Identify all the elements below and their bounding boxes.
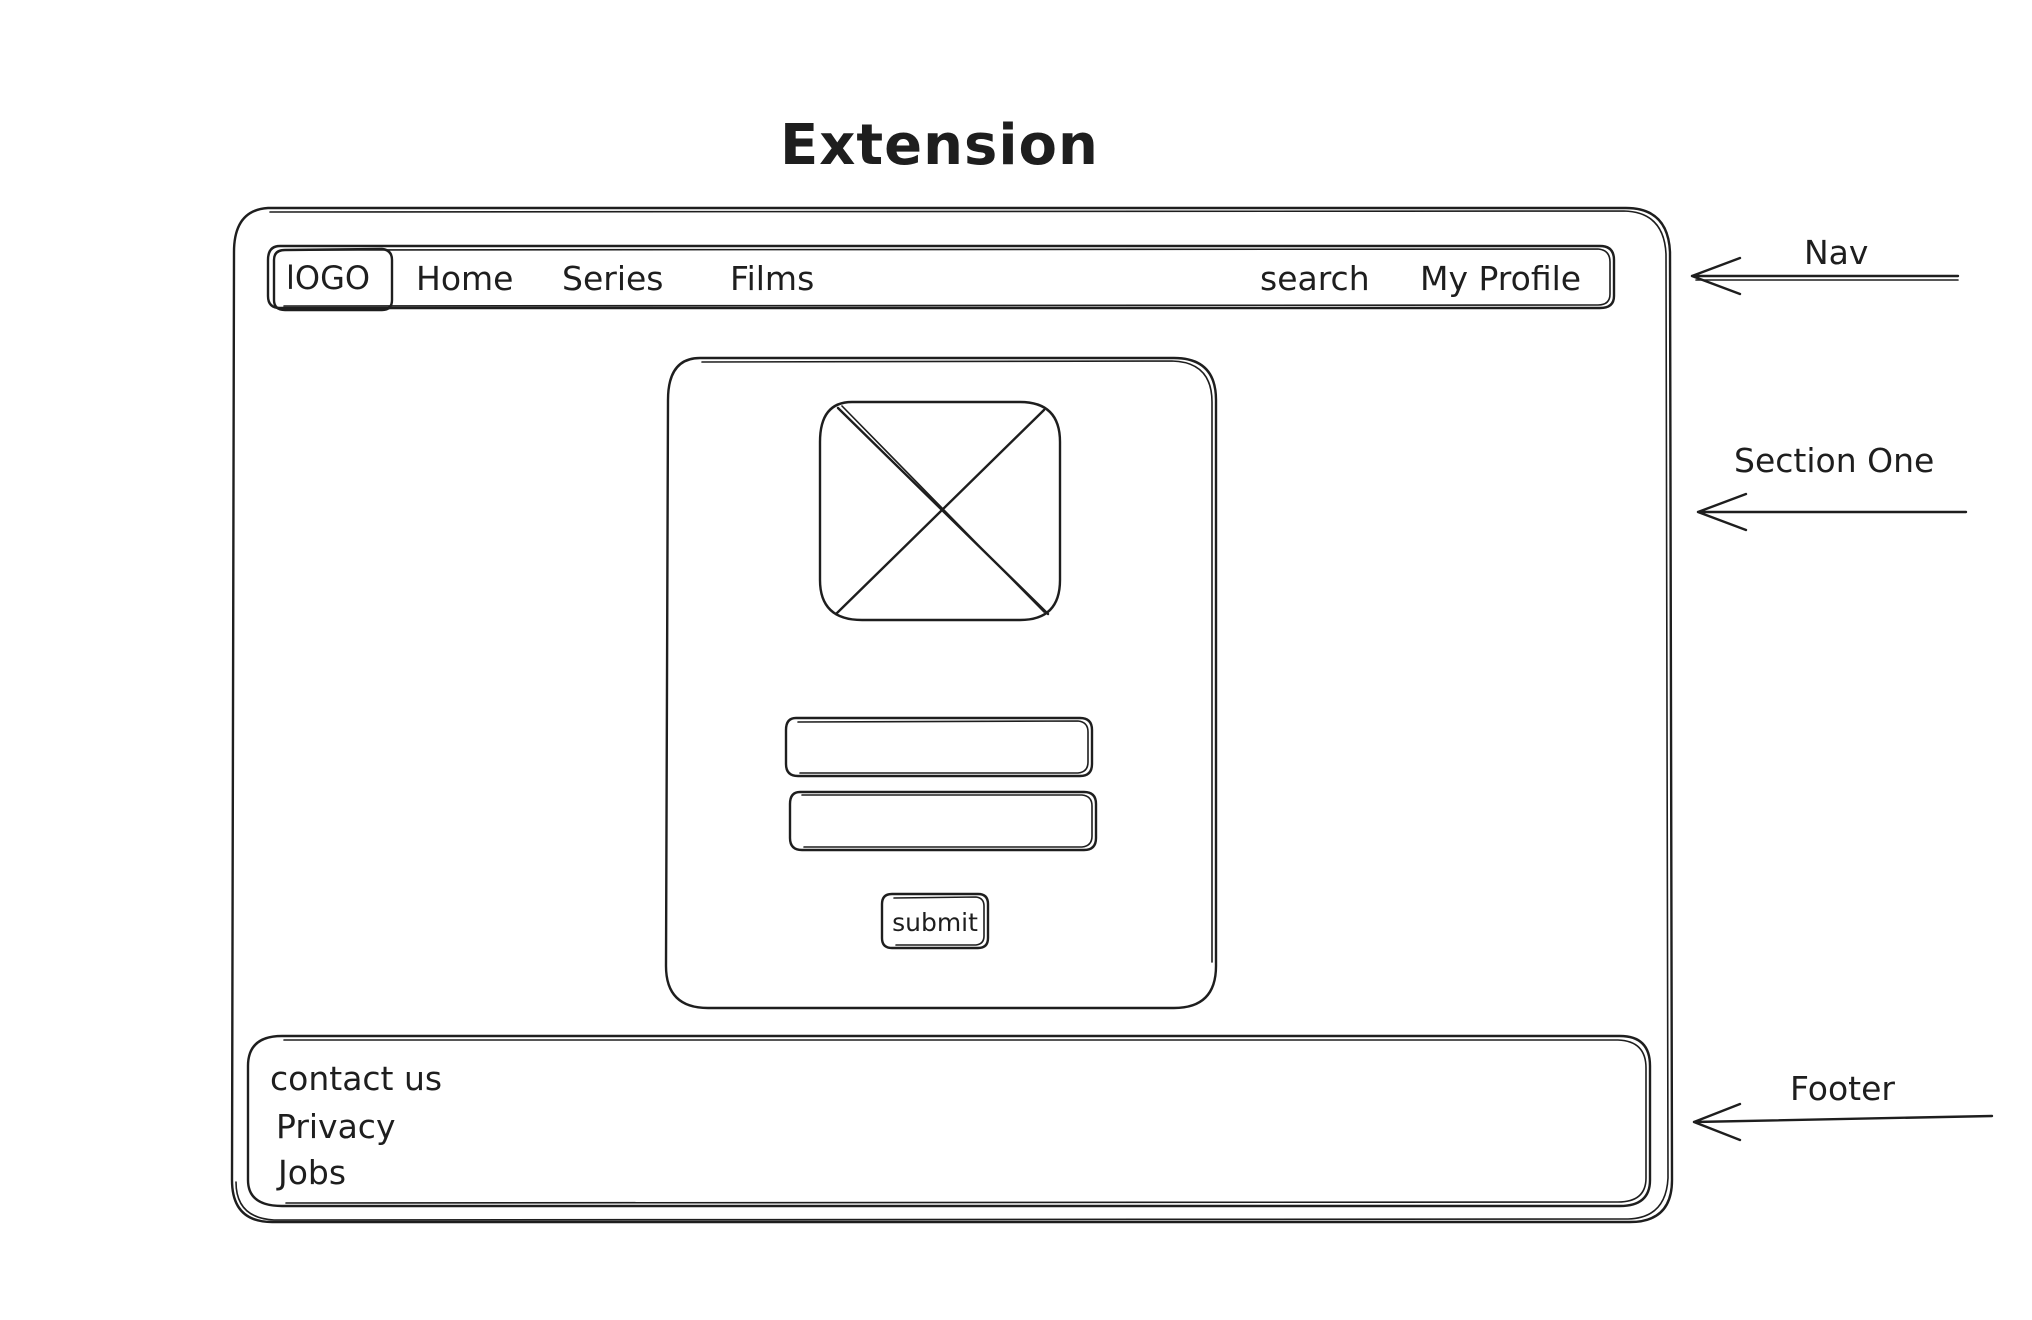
image-placeholder-x-icon (820, 402, 1060, 620)
input-field-1[interactable] (790, 722, 1088, 774)
annotation-footer: Footer (1790, 1069, 1895, 1108)
footer-link-jobs[interactable]: Jobs (278, 1156, 346, 1189)
footer-arrow (1692, 1102, 1994, 1142)
nav-item-home[interactable]: Home (416, 262, 513, 295)
logo[interactable]: lOGO (286, 262, 370, 294)
page-title: Extension (780, 113, 1099, 178)
nav-item-films[interactable]: Films (730, 262, 814, 295)
footer-box (246, 1034, 1652, 1208)
submit-button[interactable]: submit (882, 896, 988, 948)
section-one-arrow (1696, 492, 1968, 532)
nav-search[interactable]: search (1260, 262, 1370, 295)
annotation-section-one: Section One (1734, 441, 1935, 480)
input-field-2[interactable] (794, 796, 1092, 848)
annotation-nav: Nav (1804, 233, 1869, 272)
footer-link-privacy[interactable]: Privacy (276, 1110, 395, 1143)
page-frame (230, 206, 1674, 1224)
footer-link-contact-us[interactable]: contact us (270, 1062, 442, 1095)
nav-my-profile[interactable]: My Profile (1420, 262, 1581, 295)
nav-item-series[interactable]: Series (562, 262, 663, 295)
